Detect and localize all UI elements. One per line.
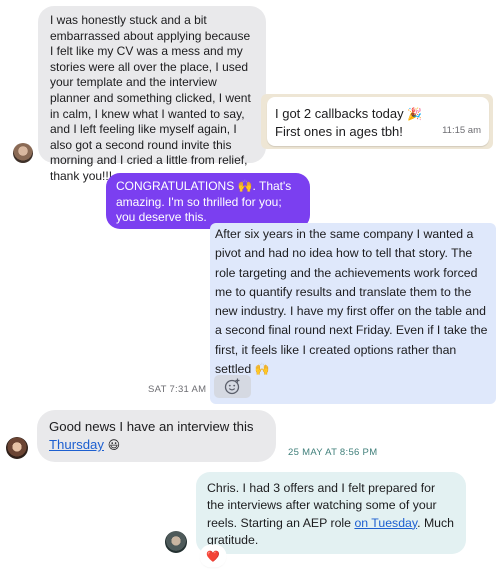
message-time: 11:15 am [442, 125, 481, 137]
message-bubble-6: Chris. I had 3 offers and I felt prepare… [196, 472, 466, 554]
message-bubble-1: I was honestly stuck and a bit embarrass… [38, 6, 266, 183]
message-text-line1: I got 2 callbacks today [275, 106, 404, 121]
message-bubble-2: I got 2 callbacks today 🎉 First ones in … [267, 97, 489, 146]
date-link[interactable]: Thursday [49, 437, 104, 452]
avatar-user-3 [165, 531, 187, 553]
add-reaction-icon [224, 378, 240, 395]
message-bubble-5: Good news I have an interview this Thurs… [37, 410, 276, 462]
add-reaction-button[interactable] [214, 375, 251, 398]
avatar-user-1 [13, 143, 33, 163]
message-bubble-4: After six years in the same company I wa… [210, 223, 496, 404]
avatar-user-2 [6, 437, 28, 459]
raised-hands-icon: 🙌 [237, 179, 253, 193]
heart-icon: ❤️ [206, 550, 220, 563]
message-text-start: CONGRATULATIONS [116, 179, 235, 193]
raised-hands-icon: 🙌 [254, 362, 270, 377]
date-link[interactable]: on Tuesday [354, 516, 417, 530]
timestamp: 25 MAY AT 8:56 PM [288, 447, 378, 458]
message-text: I was honestly stuck and a bit embarrass… [50, 13, 251, 183]
party-popper-icon: 🎉 [407, 107, 423, 121]
message-text: Good news I have an interview this [49, 419, 254, 434]
reaction-badge[interactable]: ❤️ [201, 546, 225, 566]
message-bubble-3: CONGRATULATIONS 🙌. That's amazing. I'm s… [106, 173, 310, 229]
message-text-line2: First ones in ages tbh! [275, 124, 403, 139]
message-text: After six years in the same company I wa… [215, 227, 488, 377]
timestamp: SAT 7:31 AM [148, 384, 207, 395]
smiley-icon: 😃 [107, 438, 121, 452]
